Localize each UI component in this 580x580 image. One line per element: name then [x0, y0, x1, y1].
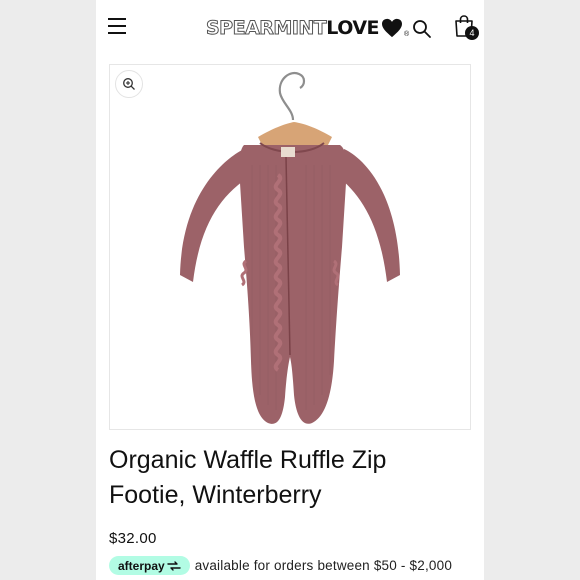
product-title: Organic Waffle Ruffle Zip Footie, Winter… [109, 446, 387, 509]
afterpay-arrows-icon [166, 560, 181, 571]
zoom-in-button[interactable] [115, 70, 143, 98]
registered-mark: ® [404, 30, 410, 38]
search-icon[interactable] [412, 19, 432, 39]
brand-logo[interactable]: SPEARMINT LOVE ® [205, 16, 410, 40]
menu-icon[interactable] [108, 18, 126, 34]
cart-count-badge[interactable]: 4 [465, 26, 479, 40]
product-price: $32.00 [109, 530, 157, 547]
right-background [484, 0, 580, 580]
product-photo-footie [180, 71, 400, 424]
afterpay-text: available for orders between $50 - $2,00… [194, 558, 453, 573]
afterpay-label: afterpay [118, 558, 165, 573]
heart-icon [382, 18, 403, 38]
product-image[interactable] [109, 64, 471, 430]
product-page: SPEARMINT LOVE ® 4 Organic Waffle Ruffle… [96, 0, 484, 580]
brand-name-bold: LOVE [326, 17, 380, 39]
brand-name-light: SPEARMINT [205, 17, 327, 40]
left-background [0, 0, 96, 580]
afterpay-message: afterpay available for orders between $5… [109, 556, 452, 575]
zoom-in-icon [123, 78, 135, 90]
afterpay-badge[interactable]: afterpay [109, 556, 190, 575]
